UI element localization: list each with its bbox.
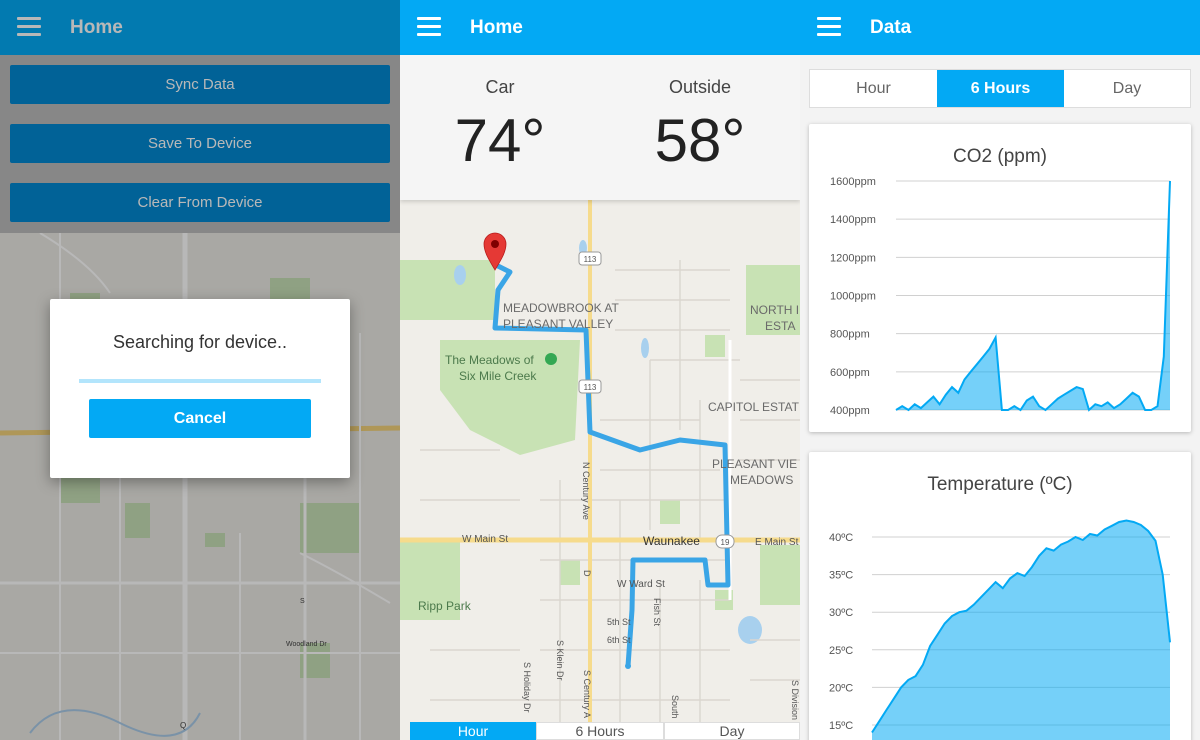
co2-y-tick-label: 1600ppm bbox=[830, 176, 876, 188]
s-century-ave-label: S Century A bbox=[582, 670, 592, 718]
temperature-y-tick-label: 30ºC bbox=[829, 607, 853, 619]
progress-bar bbox=[79, 379, 321, 383]
co2-y-tick-label: 400ppm bbox=[830, 405, 870, 417]
app-bar: Home bbox=[400, 0, 800, 55]
route-113-shield: 113 bbox=[584, 255, 597, 264]
tab-hour[interactable]: Hour bbox=[410, 722, 536, 740]
tab-6-hours[interactable]: 6 Hours bbox=[937, 70, 1064, 107]
dialog-message: Searching for device.. bbox=[112, 332, 288, 352]
car-value: 74° bbox=[454, 107, 546, 174]
time-range-tabs: Hour 6 Hours Day bbox=[809, 69, 1191, 108]
d-label: D bbox=[582, 570, 592, 577]
tab-hour[interactable]: Hour bbox=[810, 70, 937, 107]
outside-temperature: Outside 58° bbox=[600, 77, 800, 175]
waunakee-label: Waunakee bbox=[643, 534, 700, 548]
searching-dialog: Searching for device.. Cancel bbox=[50, 299, 350, 478]
s-holiday-dr-label: S Holiday Dr bbox=[522, 662, 532, 713]
pleasant-view-label: PLEASANT VIE bbox=[712, 457, 797, 471]
pleasant-valley-label: PLEASANT VALLEY bbox=[503, 317, 613, 331]
capitol-estates-label: CAPITOL ESTAT bbox=[708, 400, 800, 414]
map-range-tabs: Hour 6 Hours Day bbox=[410, 722, 800, 740]
meadows-subdivision-label: MEADOWS bbox=[730, 473, 793, 487]
co2-y-tick-label: 800ppm bbox=[830, 329, 870, 341]
co2-y-tick-label: 1400ppm bbox=[830, 214, 876, 226]
page-title: Data bbox=[870, 17, 912, 38]
co2-y-tick-label: 1200ppm bbox=[830, 252, 876, 264]
car-temperature: Car 74° bbox=[400, 77, 600, 175]
co2-y-tick-label: 600ppm bbox=[830, 367, 870, 379]
fifth-st-label: 5th St bbox=[607, 617, 631, 627]
menu-icon[interactable] bbox=[417, 17, 441, 37]
menu-icon[interactable] bbox=[817, 17, 841, 37]
n-century-ave-label: N Century Ave bbox=[581, 462, 591, 520]
north-estates-label: NORTH I bbox=[750, 303, 799, 317]
e-main-st-label: E Main St bbox=[755, 537, 799, 548]
outside-value: 58° bbox=[654, 107, 746, 174]
w-ward-st-label: W Ward St bbox=[617, 579, 665, 590]
co2-chart-card: CO2 (ppm) 400ppm 600ppm 800ppm 1000ppm 1200p… bbox=[809, 124, 1191, 432]
cancel-button[interactable]: Cancel bbox=[89, 399, 311, 438]
temperature-y-tick-label: 25ºC bbox=[829, 645, 853, 657]
temperature-area bbox=[872, 520, 1170, 740]
fish-st-label: Fish St bbox=[652, 598, 662, 627]
co2-chart: 400ppm 600ppm 800ppm 1000ppm 1200ppm 1400ppm 1… bbox=[830, 176, 1171, 417]
north-estates-label-2: ESTA bbox=[765, 319, 795, 333]
car-label: Car bbox=[485, 77, 515, 97]
route-map[interactable]: 113 113 19 MEADOWBROOK AT PLEASANT VALLE… bbox=[400, 200, 800, 740]
sixth-st-label: 6th St bbox=[607, 635, 631, 645]
tab-6-hours[interactable]: 6 Hours bbox=[536, 722, 664, 740]
tab-day[interactable]: Day bbox=[664, 722, 800, 740]
temperature-y-tick-label: 40ºC bbox=[829, 532, 853, 544]
sync-panel: Sync Data Save To Device Clear From Devi… bbox=[0, 0, 400, 740]
six-mile-creek-label: Six Mile Creek bbox=[459, 369, 537, 383]
data-panel: Data Hour 6 Hours Day CO2 (ppm) 400ppm 60… bbox=[800, 0, 1200, 740]
outside-label: Outside bbox=[668, 77, 732, 97]
co2-y-tick-label: 1000ppm bbox=[830, 291, 876, 303]
temperature-card: Car 74° Outside 58° bbox=[400, 55, 800, 200]
ripp-park-label: Ripp Park bbox=[418, 599, 472, 613]
page-title: Home bbox=[470, 17, 523, 38]
app-bar: Data bbox=[800, 0, 1200, 55]
meadowbrook-label: MEADOWBROOK AT bbox=[503, 301, 619, 315]
route-113-shield-2: 113 bbox=[584, 383, 597, 392]
meadows-label: The Meadows of bbox=[445, 353, 534, 367]
temperature-y-tick-label: 35ºC bbox=[829, 570, 853, 582]
temperature-y-tick-label: 15ºC bbox=[829, 720, 853, 732]
home-panel: Home Car 74° Outside 58° 113 113 19 MEAD… bbox=[400, 0, 800, 740]
route-19-shield: 19 bbox=[721, 538, 730, 547]
temperature-y-tick-label: 20ºC bbox=[829, 682, 853, 694]
temperature-chart-card: Temperature (ºC) 15ºC 20ºC 25ºC 30ºC 35ºC 40º… bbox=[809, 452, 1191, 740]
s-klein-dr-label: S Klein Dr bbox=[555, 640, 565, 681]
w-main-st-label: W Main St bbox=[462, 534, 508, 545]
tab-day[interactable]: Day bbox=[1064, 70, 1190, 107]
south-label: South bbox=[670, 695, 680, 719]
temperature-chart: 15ºC 20ºC 25ºC 30ºC 35ºC 40ºC bbox=[829, 519, 1171, 740]
